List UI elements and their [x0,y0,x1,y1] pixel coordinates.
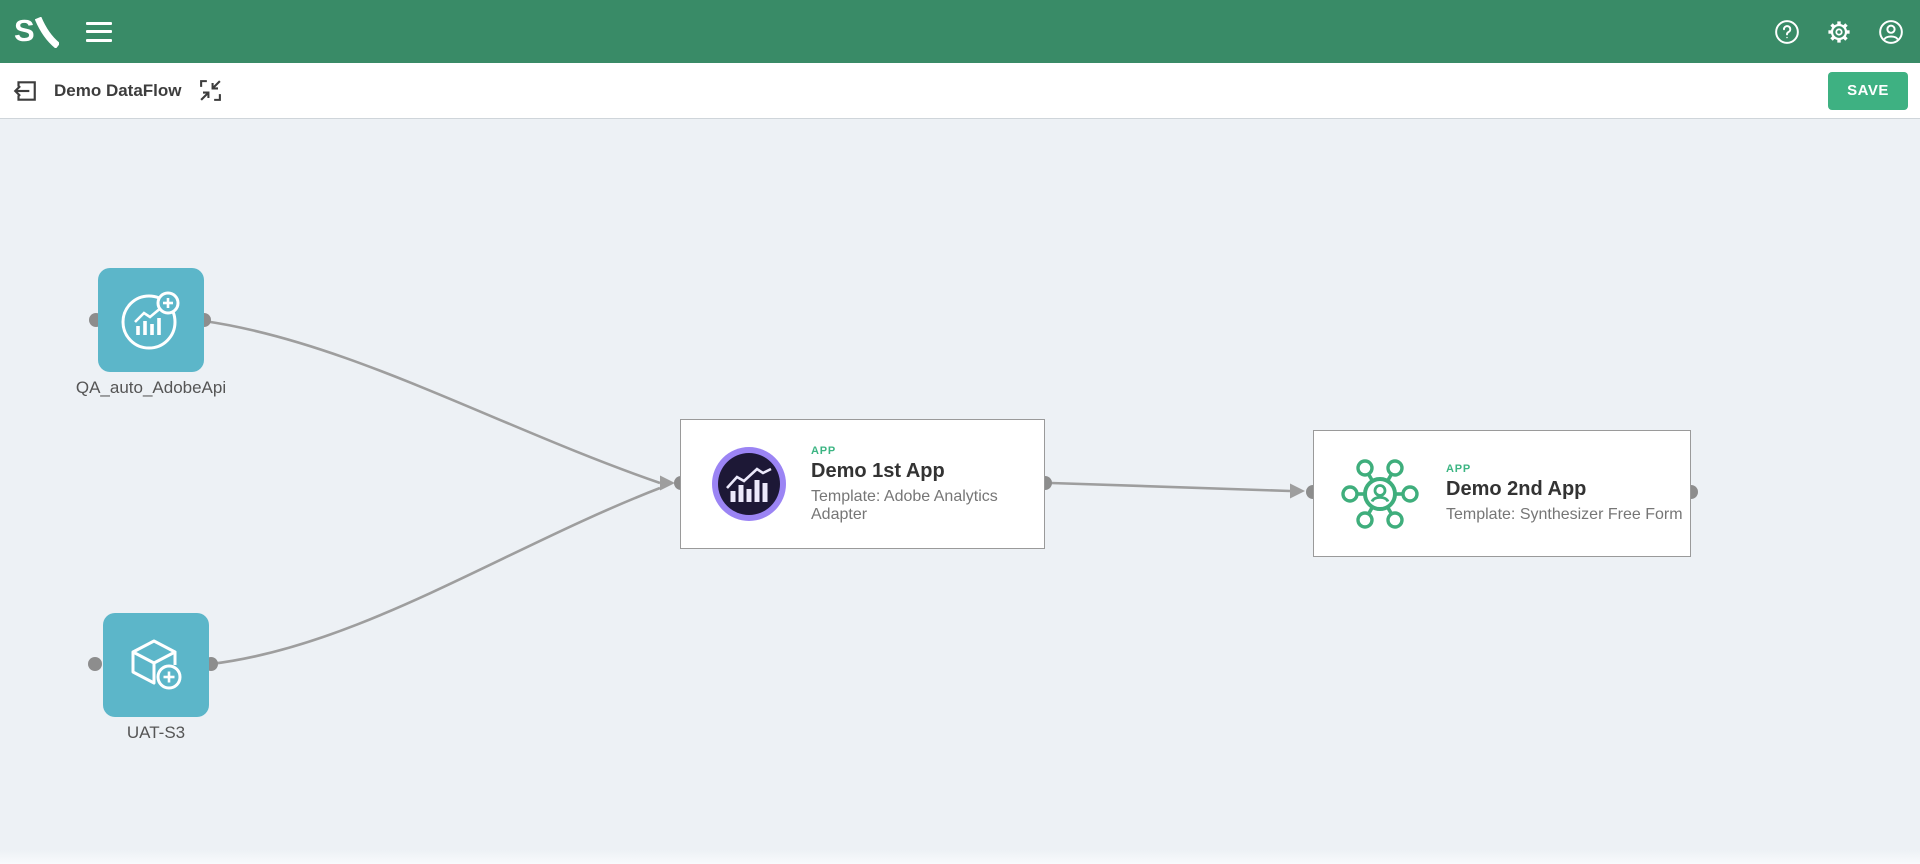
connection-qa-to-app1[interactable] [204,321,660,483]
top-app-bar: S [0,0,1920,63]
app-card-text: APP Demo 1st App Template: Adobe Analyti… [811,445,1044,524]
brand-logo[interactable]: S [14,15,59,48]
network-people-icon [1338,452,1422,536]
account-icon[interactable] [1876,17,1906,47]
app-title: Demo 2nd App [1446,478,1683,501]
chart-add-icon [115,284,187,356]
analytics-chart-icon [711,446,787,522]
app-template: Template: Synthesizer Free Form [1446,506,1683,524]
flow-toolbar: Demo DataFlow SAVE [0,63,1920,119]
topbar-actions [1772,17,1920,47]
cube-add-icon [120,629,192,701]
menu-icon[interactable] [86,22,112,42]
app-node-demo-2nd-app[interactable]: APP Demo 2nd App Template: Synthesizer F… [1313,430,1691,557]
app-template: Template: Adobe Analytics Adapter [811,488,1044,524]
port-dot[interactable] [88,657,102,671]
compress-icon[interactable] [198,78,224,104]
app-node-demo-1st-app[interactable]: APP Demo 1st App Template: Adobe Analyti… [680,419,1045,549]
brand-logo-slash [35,17,59,48]
arrowhead-icon [660,476,675,491]
help-icon[interactable] [1772,17,1802,47]
app-title: Demo 1st App [811,460,1044,483]
app-type-badge: APP [1446,463,1683,475]
app-type-badge: APP [811,445,1044,457]
connection-uat-to-app1[interactable] [211,488,660,664]
dataflow-editor: S [0,0,1920,864]
arrowhead-icon [1290,484,1305,499]
gear-icon[interactable] [1824,17,1854,47]
app-card-text: APP Demo 2nd App Template: Synthesizer F… [1446,463,1683,524]
source-node-uat-s3[interactable] [103,613,209,717]
source-node-qa-auto-adobeapi[interactable] [98,268,204,372]
source-node-label: QA_auto_AdobeApi [21,378,281,398]
flow-title: Demo DataFlow [54,81,182,101]
source-node-label: UAT-S3 [26,723,286,743]
connection-app1-to-app2[interactable] [1051,483,1290,491]
save-button[interactable]: SAVE [1828,72,1908,110]
exit-flow-icon[interactable] [12,78,38,104]
brand-logo-letter: S [14,15,34,46]
